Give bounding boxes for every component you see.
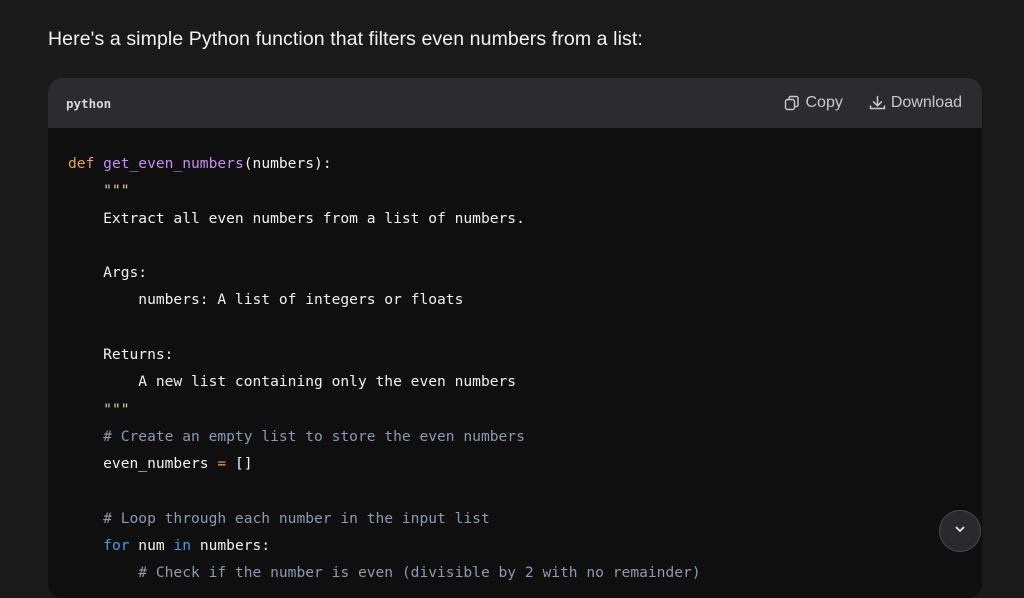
code-line: Extract all even numbers from a list of … [68,205,982,232]
code-token: # Loop through each number in the input … [68,509,490,527]
code-line: even_numbers = [] [68,450,982,477]
download-button[interactable]: Download [869,94,962,112]
code-token: # Check if the number is even (divisible… [68,564,701,582]
code-line: numbers: A list of integers or floats [68,286,982,313]
code-line: # Check if the number is even (divisible… [68,559,982,586]
code-line: def get_even_numbers(numbers): [68,150,982,177]
code-line: """ [68,396,982,423]
code-line: Args: [68,259,982,286]
code-line: """ [68,177,982,204]
code-token: Returns: [68,346,174,364]
code-actions: Copy Download [784,94,962,112]
code-token: def [68,155,104,172]
code-block: python Copy Download def get_even_number… [48,78,982,598]
copy-button[interactable]: Copy [784,94,843,112]
code-token: in [173,537,192,555]
scroll-to-bottom-button[interactable] [939,510,981,552]
download-icon [869,95,886,111]
code-line: Returns: [68,341,982,368]
code-token: for [103,537,130,555]
code-token: = [217,455,227,473]
code-token: [] [226,455,253,473]
code-token: num [129,537,174,555]
code-token: Extract all even numbers from a list of … [68,209,525,227]
copy-icon [784,95,800,111]
code-content: def get_even_numbers(numbers): """ Extra… [48,128,982,587]
download-button-label: Download [890,94,962,111]
code-token: numbers: A list of integers or floats [68,291,464,309]
message-intro-text: Here's a simple Python function that fil… [48,28,643,50]
code-line: # Create an empty list to store the even… [68,423,982,450]
copy-button-label: Copy [805,94,843,111]
code-token: even_numbers [68,455,218,473]
code-token: get_even_numbers [103,155,244,172]
code-block-header: python Copy Download [48,78,982,128]
code-line: for num in numbers: [68,532,982,559]
code-line: # Loop through each number in the input … [68,505,982,532]
code-token: """ [103,400,130,418]
chevron-down-icon [953,522,967,541]
code-token: (numbers): [243,155,332,172]
code-token: numbers: [191,537,271,555]
code-token: # Create an empty list to store the even… [68,427,525,445]
code-token: """ [103,182,130,200]
code-token: Args: [68,264,148,282]
code-line: A new list containing only the even numb… [68,368,982,395]
code-token: A new list containing only the even numb… [68,373,517,391]
code-language-label: python [66,95,112,111]
